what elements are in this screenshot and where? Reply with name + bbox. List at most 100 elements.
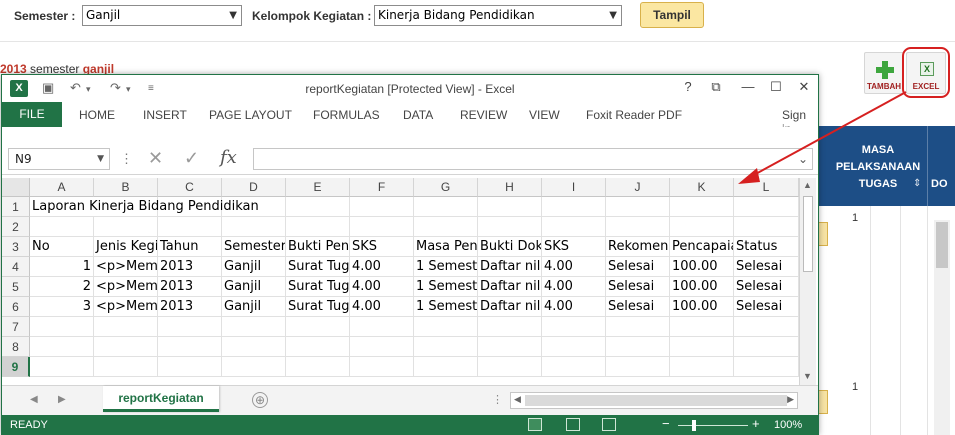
data-cell[interactable]: 1 Semeste: [414, 277, 478, 297]
cell[interactable]: [542, 337, 606, 357]
row-header[interactable]: 4: [2, 257, 30, 277]
data-cell[interactable]: 4.00: [350, 297, 414, 317]
tab-review[interactable]: REVIEW: [460, 108, 507, 122]
name-box[interactable]: N9 ▼: [8, 148, 110, 170]
cell[interactable]: [414, 337, 478, 357]
header-cell[interactable]: SKS: [542, 237, 606, 257]
tab-insert[interactable]: INSERT: [143, 108, 187, 122]
cell[interactable]: [606, 337, 670, 357]
cell[interactable]: [94, 357, 158, 377]
data-cell[interactable]: 4.00: [542, 297, 606, 317]
tab-home[interactable]: HOME: [79, 108, 115, 122]
data-cell[interactable]: 2013: [158, 257, 222, 277]
cell[interactable]: [94, 337, 158, 357]
chevron-down-icon[interactable]: ▼: [97, 149, 104, 169]
data-cell[interactable]: 3: [30, 297, 94, 317]
cell[interactable]: [670, 357, 734, 377]
tab-view[interactable]: VIEW: [529, 108, 560, 122]
cell[interactable]: [94, 317, 158, 337]
cell[interactable]: [478, 317, 542, 337]
cell[interactable]: [350, 217, 414, 237]
normal-view-icon[interactable]: [528, 418, 542, 431]
zoom-slider[interactable]: [678, 425, 748, 426]
data-cell[interactable]: 4.00: [350, 257, 414, 277]
cell[interactable]: [350, 317, 414, 337]
cell[interactable]: [30, 217, 94, 237]
cell[interactable]: [30, 357, 94, 377]
cell[interactable]: [670, 337, 734, 357]
cell[interactable]: [414, 317, 478, 337]
data-cell[interactable]: Ganjil: [222, 297, 286, 317]
cell[interactable]: [670, 197, 734, 217]
data-cell[interactable]: Selesai: [734, 277, 799, 297]
sheet-prev-icon[interactable]: ◀: [30, 394, 38, 405]
data-cell[interactable]: Selesai: [606, 297, 670, 317]
data-cell[interactable]: 4.00: [350, 277, 414, 297]
header-cell[interactable]: Masa Pen: [414, 237, 478, 257]
data-cell[interactable]: <p>Memb: [94, 257, 158, 277]
row-header[interactable]: 7: [2, 317, 30, 337]
data-cell[interactable]: 4.00: [542, 257, 606, 277]
cell[interactable]: [350, 197, 414, 217]
header-cell[interactable]: Semester: [222, 237, 286, 257]
page-break-view-icon[interactable]: [602, 418, 616, 431]
header-cell[interactable]: Rekomen: [606, 237, 670, 257]
cell[interactable]: [222, 337, 286, 357]
column-header[interactable]: A: [30, 178, 94, 197]
data-cell[interactable]: 100.00: [670, 257, 734, 277]
minimize-icon[interactable]: —: [738, 79, 758, 94]
tambah-button[interactable]: TAMBAH: [864, 52, 904, 94]
cancel-icon[interactable]: ✕: [148, 148, 163, 169]
sheet-split-grip-icon[interactable]: ⋮: [492, 393, 503, 406]
report-title-cell[interactable]: Laporan Kinerja Bidang Pendidikan: [30, 197, 259, 217]
data-cell[interactable]: <p>Memb: [94, 297, 158, 317]
data-cell[interactable]: 100.00: [670, 277, 734, 297]
cell[interactable]: [478, 357, 542, 377]
column-header[interactable]: D: [222, 178, 286, 197]
close-icon[interactable]: ✕: [794, 79, 814, 95]
data-cell[interactable]: Selesai: [606, 257, 670, 277]
data-cell[interactable]: 2: [30, 277, 94, 297]
column-header[interactable]: G: [414, 178, 478, 197]
data-cell[interactable]: 1 Semeste: [414, 297, 478, 317]
cell[interactable]: [30, 317, 94, 337]
select-all-corner[interactable]: [2, 178, 30, 197]
zoom-slider-handle[interactable]: [692, 420, 696, 431]
horizontal-scrollbar-thumb[interactable]: [525, 395, 787, 406]
add-sheet-button[interactable]: ⊕: [252, 392, 268, 408]
cell[interactable]: [606, 217, 670, 237]
cell[interactable]: [542, 357, 606, 377]
scroll-down-icon[interactable]: ▼: [803, 371, 812, 381]
formula-input[interactable]: ⌄: [253, 148, 813, 170]
header-cell[interactable]: Jenis Kegi: [94, 237, 158, 257]
cell[interactable]: [350, 337, 414, 357]
cell[interactable]: [158, 217, 222, 237]
row-header[interactable]: 3: [2, 237, 30, 257]
cell[interactable]: [606, 197, 670, 217]
header-cell[interactable]: Bukti Pen: [286, 237, 350, 257]
data-cell[interactable]: 2013: [158, 277, 222, 297]
zoom-in-icon[interactable]: +: [752, 416, 760, 431]
data-cell[interactable]: Daftar nila: [478, 297, 542, 317]
cell[interactable]: [414, 217, 478, 237]
column-header[interactable]: K: [670, 178, 734, 197]
data-cell[interactable]: 2013: [158, 297, 222, 317]
cell[interactable]: [414, 357, 478, 377]
data-cell[interactable]: 100.00: [670, 297, 734, 317]
cell[interactable]: [286, 217, 350, 237]
scroll-right-icon[interactable]: ▶: [787, 394, 794, 405]
scroll-up-icon[interactable]: ▲: [803, 180, 812, 190]
data-cell[interactable]: Surat Tuga: [286, 297, 350, 317]
chevron-down-icon[interactable]: ⌄: [798, 152, 808, 166]
data-cell[interactable]: Selesai: [606, 277, 670, 297]
data-cell[interactable]: 1: [30, 257, 94, 277]
tab-formulas[interactable]: FORMULAS: [313, 108, 380, 122]
column-header[interactable]: C: [158, 178, 222, 197]
cell[interactable]: [30, 337, 94, 357]
cell[interactable]: [542, 217, 606, 237]
page-scrollbar-thumb[interactable]: [936, 222, 948, 268]
row-action-button[interactable]: [818, 222, 828, 246]
insert-function-icon[interactable]: fx: [220, 147, 237, 168]
header-cell[interactable]: Status: [734, 237, 799, 257]
column-header[interactable]: F: [350, 178, 414, 197]
